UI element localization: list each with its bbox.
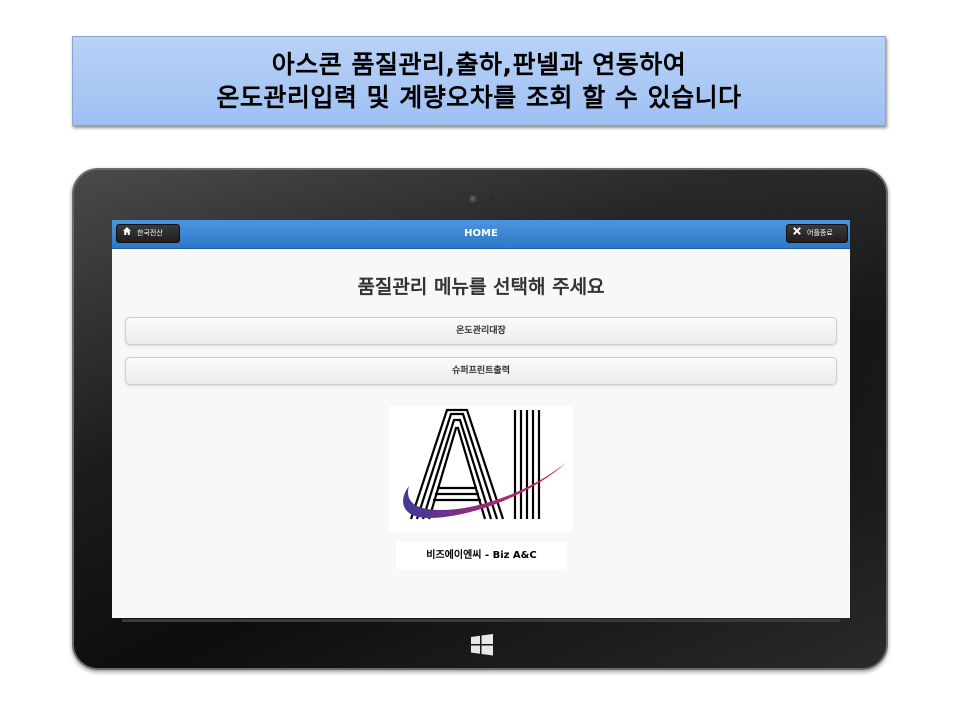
company-caption: 비즈에이엔씨 - Biz A&C	[396, 542, 567, 569]
super-print-button[interactable]: 슈퍼프린트출력	[125, 357, 837, 385]
banner-line-1: 아스콘 품질관리,출하,판넬과 연동하여	[271, 50, 687, 79]
home-button-label: 한국전산	[137, 229, 163, 237]
exit-button-label: 어플종료	[807, 229, 833, 237]
app-screen: HOME 한국전산 어플종료 품질관리 메뉴를 선택해 주세요 온도관리대장 슈…	[112, 220, 850, 618]
page-title: HOME	[464, 228, 498, 239]
home-icon	[123, 225, 131, 242]
exit-app-button[interactable]: 어플종료	[786, 224, 848, 243]
company-logo: AI	[389, 406, 573, 532]
menu-heading: 품질관리 메뉴를 선택해 주세요	[357, 276, 605, 298]
screen-edge	[122, 619, 840, 622]
app-header-bar: HOME 한국전산 어플종료	[112, 220, 850, 249]
home-button[interactable]: 한국전산	[116, 224, 180, 243]
sensor-dot	[489, 197, 494, 202]
temperature-log-button[interactable]: 온도관리대장	[125, 317, 837, 345]
tablet-device: HOME 한국전산 어플종료 품질관리 메뉴를 선택해 주세요 온도관리대장 슈…	[72, 168, 888, 670]
close-icon	[793, 225, 801, 242]
camera-icon	[469, 195, 478, 204]
windows-icon[interactable]	[470, 633, 494, 657]
logo-text: AI	[389, 406, 391, 407]
banner-line-2: 온도관리입력 및 계량오차를 조회 할 수 있습니다	[216, 83, 742, 112]
title-banner: 아스콘 품질관리,출하,판넬과 연동하여 온도관리입력 및 계량오차를 조회 할…	[72, 36, 886, 126]
